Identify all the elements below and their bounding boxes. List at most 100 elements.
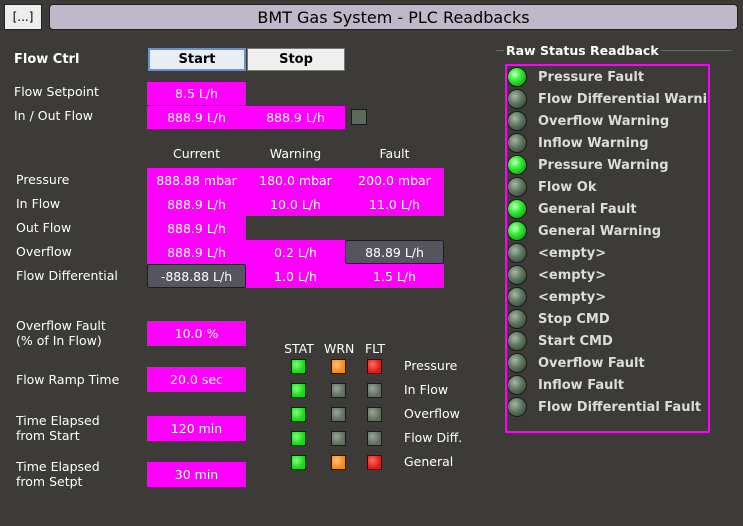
indicator-flt-general [367, 455, 382, 470]
status-item: <empty> [507, 265, 606, 285]
overflow-fault-field[interactable]: 10.0 % [147, 321, 246, 346]
indicator-row-label: In Flow [404, 382, 449, 397]
status-item: Pressure Warning [507, 155, 669, 175]
status-led-icon [507, 243, 527, 263]
time-elapsed-setpt-label: Time Elapsed [16, 459, 100, 474]
status-item: Pressure Fault [507, 67, 644, 87]
menu-button[interactable]: [...] [4, 4, 42, 30]
status-item: Stop CMD [507, 309, 610, 329]
overflow-current: 888.9 L/h [147, 240, 246, 264]
status-item: Overflow Fault [507, 353, 645, 373]
status-led-icon [507, 133, 527, 153]
in-flow-warning[interactable]: 10.0 L/h [246, 192, 345, 216]
indicator-stat-flow-diff [291, 431, 306, 446]
indicator-row-label: General [404, 454, 454, 469]
in-flow-fault[interactable]: 11.0 L/h [345, 192, 444, 216]
stop-button[interactable]: Stop [247, 48, 345, 71]
row-label-pressure: Pressure [16, 172, 70, 187]
indicator-stat-overflow [291, 407, 306, 422]
status-led-icon [507, 287, 527, 307]
indicator-flt-in-flow [367, 383, 382, 398]
status-item-label: Stop CMD [538, 311, 610, 327]
status-item-label: Overflow Warning [538, 113, 670, 129]
page-title: BMT Gas System - PLC Readbacks [257, 7, 530, 27]
indicator-row-label: Overflow [404, 406, 460, 421]
flow-differential-warning[interactable]: 1.0 L/h [246, 264, 345, 288]
status-item: Flow Differential Fault [507, 397, 701, 417]
indicator-flt-pressure [367, 359, 382, 374]
in-out-flow-status-icon [351, 109, 367, 125]
flow-setpoint-label: Flow Setpoint [14, 84, 99, 99]
status-led-icon [507, 111, 527, 131]
indicator-flt-flow-diff [367, 431, 382, 446]
status-item: General Warning [507, 221, 661, 241]
status-item-label: Flow Ok [538, 179, 597, 195]
status-item-label: Start CMD [538, 333, 613, 349]
status-led-icon [507, 89, 527, 109]
indicator-stat-pressure [291, 359, 306, 374]
time-elapsed-start-field[interactable]: 120 min [147, 416, 246, 441]
in-flow-readback: 888.9 L/h [147, 106, 246, 129]
in-flow-current: 888.9 L/h [147, 192, 246, 216]
status-led-icon [507, 265, 527, 285]
status-item-label: <empty> [538, 267, 607, 283]
indicator-wrn-in-flow [331, 383, 346, 398]
status-led-icon [507, 155, 527, 175]
flow-differential-current: -888.88 L/h [147, 264, 246, 288]
status-item-label: <empty> [538, 289, 607, 305]
in-out-flow-label: In / Out Flow [14, 108, 93, 123]
status-led-icon [507, 375, 527, 395]
indicator-wrn-general [331, 455, 346, 470]
indicator-wrn-flow-diff [331, 431, 346, 446]
status-item-label: Overflow Fault [538, 355, 645, 371]
raw-status-box: Pressure Fault Flow Differential Warning O… [505, 64, 710, 433]
status-item: Flow Differential Warning [507, 89, 710, 109]
flow-ramp-time-field[interactable]: 20.0 sec [147, 367, 246, 392]
status-led-icon [507, 309, 527, 329]
pressure-fault[interactable]: 200.0 mbar [345, 168, 444, 192]
col-wrn: WRN [324, 341, 355, 356]
status-item: Inflow Warning [507, 133, 649, 153]
indicator-stat-general [291, 455, 306, 470]
status-item-label: General Fault [538, 201, 637, 217]
status-led-icon [507, 397, 527, 417]
indicator-wrn-pressure [331, 359, 346, 374]
flow-ctrl-label: Flow Ctrl [14, 52, 80, 67]
status-item: General Fault [507, 199, 637, 219]
status-led-icon [507, 199, 527, 219]
flow-setpoint-field[interactable]: 8.5 L/h [147, 82, 246, 105]
status-item-label: Flow Differential Fault [538, 399, 702, 415]
status-led-icon [507, 353, 527, 373]
status-item: Flow Ok [507, 177, 597, 197]
time-elapsed-setpt-sublabel: from Setpt [16, 474, 83, 489]
status-item-label: Inflow Warning [538, 135, 649, 151]
pressure-current: 888.88 mbar [147, 168, 246, 192]
col-flt: FLT [364, 341, 386, 356]
indicator-row-label: Flow Diff. [404, 430, 463, 445]
col-stat: STAT [284, 341, 314, 356]
flow-differential-fault[interactable]: 1.5 L/h [345, 264, 444, 288]
start-button[interactable]: Start [148, 48, 246, 71]
status-item-label: Flow Differential Warning [538, 91, 710, 107]
window-title-bar: BMT Gas System - PLC Readbacks [49, 4, 738, 30]
status-led-icon [507, 67, 527, 87]
status-led-icon [507, 221, 527, 241]
status-item: Overflow Warning [507, 111, 669, 131]
status-item: Inflow Fault [507, 375, 624, 395]
row-label-overflow: Overflow [16, 244, 72, 259]
overflow-fault-sublabel: (% of In Flow) [16, 333, 102, 348]
time-elapsed-setpt-field[interactable]: 30 min [147, 462, 246, 487]
status-item-label: Pressure Fault [538, 69, 645, 85]
row-label-out-flow: Out Flow [16, 220, 72, 235]
status-item-label: <empty> [538, 245, 607, 261]
overflow-warning[interactable]: 0.2 L/h [246, 240, 345, 264]
overflow-fault[interactable]: 88.89 L/h [345, 240, 444, 264]
out-flow-readback: 888.9 L/h [246, 106, 345, 129]
indicator-row-label: Pressure [404, 358, 458, 373]
status-led-icon [507, 177, 527, 197]
out-flow-current: 888.9 L/h [147, 216, 246, 240]
status-item-label: General Warning [538, 223, 662, 239]
indicator-stat-in-flow [291, 383, 306, 398]
pressure-warning[interactable]: 180.0 mbar [246, 168, 345, 192]
overflow-fault-label: Overflow Fault [16, 318, 106, 333]
